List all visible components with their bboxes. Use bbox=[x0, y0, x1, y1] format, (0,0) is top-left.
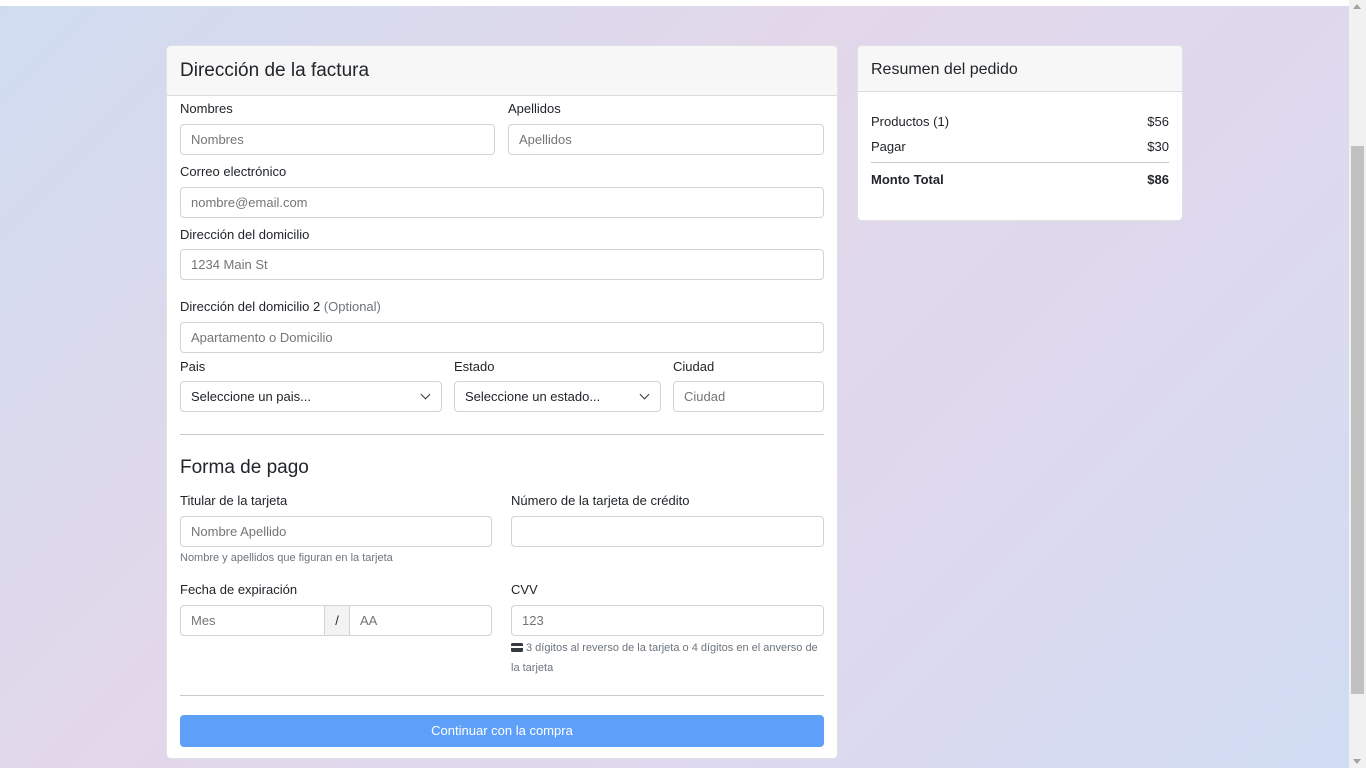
summary-divider bbox=[871, 162, 1169, 163]
card-holder-input[interactable] bbox=[180, 516, 492, 547]
state-label: Estado bbox=[454, 359, 495, 374]
summary-header: Resumen del pedido bbox=[858, 46, 1182, 92]
cvv-help: 3 dígitos al reverso de la tarjeta o 4 d… bbox=[511, 638, 827, 678]
email-label: Correo electrónico bbox=[180, 164, 287, 179]
state-select[interactable]: Seleccione un estado... bbox=[454, 381, 661, 412]
scrollbar-thumb[interactable] bbox=[1351, 146, 1364, 694]
summary-total-row: Monto Total $86 bbox=[871, 172, 1169, 188]
expiry-year-input[interactable] bbox=[349, 605, 492, 636]
card-number-input[interactable] bbox=[511, 516, 824, 547]
scroll-up-icon[interactable] bbox=[1353, 4, 1361, 9]
top-bar bbox=[0, 0, 1349, 6]
summary-total-value: $86 bbox=[1147, 172, 1169, 187]
cvv-label: CVV bbox=[511, 582, 538, 597]
city-input[interactable] bbox=[673, 381, 824, 412]
address-input[interactable] bbox=[180, 249, 824, 280]
card-number-label: Número de la tarjeta de crédito bbox=[511, 493, 690, 508]
summary-row-label: Productos (1) bbox=[871, 114, 950, 129]
last-name-label: Apellidos bbox=[508, 101, 561, 116]
cvv-input[interactable] bbox=[511, 605, 824, 636]
expiry-label: Fecha de expiración bbox=[180, 582, 298, 597]
summary-total-label: Monto Total bbox=[871, 172, 944, 187]
section-divider bbox=[180, 434, 824, 435]
summary-row-label: Pagar bbox=[871, 139, 906, 154]
card-holder-help: Nombre y apellidos que figuran en la tar… bbox=[180, 552, 393, 564]
chevron-down-icon bbox=[639, 389, 650, 400]
country-label: Pais bbox=[180, 359, 206, 374]
summary-title: Resumen del pedido bbox=[871, 61, 1018, 78]
email-input[interactable] bbox=[180, 187, 824, 218]
credit-card-icon bbox=[511, 643, 523, 652]
billing-form-card: Dirección de la factura Nombres Apellido… bbox=[166, 45, 838, 759]
submit-divider bbox=[180, 695, 824, 696]
city-label: Ciudad bbox=[673, 359, 715, 374]
billing-header: Dirección de la factura bbox=[167, 46, 837, 96]
summary-row-value: $56 bbox=[1147, 114, 1169, 129]
country-select-value: Seleccione un pais... bbox=[191, 389, 311, 404]
scroll-down-icon[interactable] bbox=[1353, 759, 1361, 764]
summary-row-value: $30 bbox=[1147, 139, 1169, 154]
page-scrollbar[interactable] bbox=[1349, 0, 1366, 768]
chevron-down-icon bbox=[420, 389, 431, 400]
optional-hint: (Optional) bbox=[323, 299, 381, 314]
billing-title: Dirección de la factura bbox=[180, 60, 370, 81]
cvv-help-text: 3 dígitos al reverso de la tarjeta o 4 d… bbox=[511, 642, 818, 674]
expiry-month-input[interactable] bbox=[180, 605, 325, 636]
order-summary-card: Resumen del pedido Productos (1) $56 Pag… bbox=[857, 45, 1183, 221]
expiry-separator: / bbox=[324, 605, 350, 636]
summary-row: Pagar $30 bbox=[871, 139, 1169, 155]
country-select[interactable]: Seleccione un pais... bbox=[180, 381, 442, 412]
address2-label-text: Dirección del domicilio 2 bbox=[180, 299, 321, 314]
summary-row: Productos (1) $56 bbox=[871, 114, 1169, 130]
first-name-input[interactable] bbox=[180, 124, 495, 155]
card-holder-label: Titular de la tarjeta bbox=[180, 493, 288, 508]
state-select-value: Seleccione un estado... bbox=[465, 389, 601, 404]
first-name-label: Nombres bbox=[180, 101, 233, 116]
last-name-input[interactable] bbox=[508, 124, 824, 155]
continue-purchase-button[interactable]: Continuar con la compra bbox=[180, 715, 824, 747]
address-label: Dirección del domicilio bbox=[180, 227, 310, 242]
address2-input[interactable] bbox=[180, 322, 824, 353]
payment-title: Forma de pago bbox=[180, 457, 309, 478]
address2-label: Dirección del domicilio 2 (Optional) bbox=[180, 299, 381, 315]
